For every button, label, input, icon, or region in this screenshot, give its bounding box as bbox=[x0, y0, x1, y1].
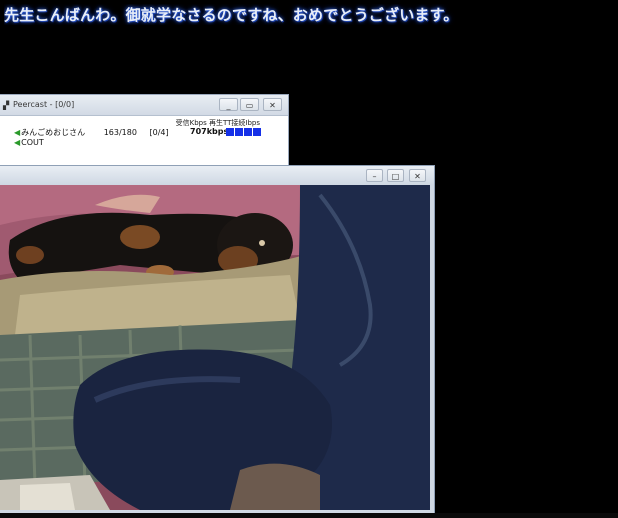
video-close-button[interactable]: ✕ bbox=[409, 169, 426, 182]
video-restore-button[interactable]: □ bbox=[387, 169, 404, 182]
channel-row[interactable]: ◀みんごめおじさん 163/180 [0/4] bbox=[14, 127, 169, 138]
channel-name: COUT bbox=[21, 138, 44, 147]
bitrate-label: 707kbps bbox=[190, 127, 229, 136]
channel-name: みんごめおじさん bbox=[21, 128, 86, 137]
video-image bbox=[0, 185, 430, 510]
green-arrow-icon: ◀ bbox=[14, 138, 21, 147]
status-bar-4 bbox=[253, 128, 261, 136]
subtitle-caption: 先生こんばんわ。御就学なさるのですね、おめでとうございます。 bbox=[4, 6, 459, 24]
close-button[interactable]: ✕ bbox=[263, 98, 282, 111]
status-bar-3 bbox=[244, 128, 252, 136]
listener-count: 163/180 bbox=[103, 128, 137, 137]
minimize-button[interactable]: _ bbox=[219, 98, 238, 111]
video-minimize-button[interactable]: – bbox=[366, 169, 383, 182]
green-arrow-icon: ◀ bbox=[14, 128, 21, 137]
channel-row[interactable]: ◀COUT bbox=[14, 138, 44, 147]
status-bar-1 bbox=[226, 128, 234, 136]
signal-icon: ▞ bbox=[3, 101, 10, 110]
relay-count: [0/4] bbox=[149, 128, 169, 137]
video-player-window: – □ ✕ bbox=[0, 165, 435, 514]
video-frame[interactable] bbox=[0, 185, 430, 510]
bottom-strip bbox=[0, 513, 618, 518]
restore-button[interactable]: ▭ bbox=[240, 98, 259, 111]
peercast-titlebar[interactable]: ▞ Peercast - [0/0] _ ▭ ✕ bbox=[0, 95, 288, 116]
peercast-window-title: Peercast - [0/0] bbox=[13, 100, 75, 109]
status-bar-2 bbox=[235, 128, 243, 136]
video-titlebar[interactable]: – □ ✕ bbox=[0, 166, 434, 184]
